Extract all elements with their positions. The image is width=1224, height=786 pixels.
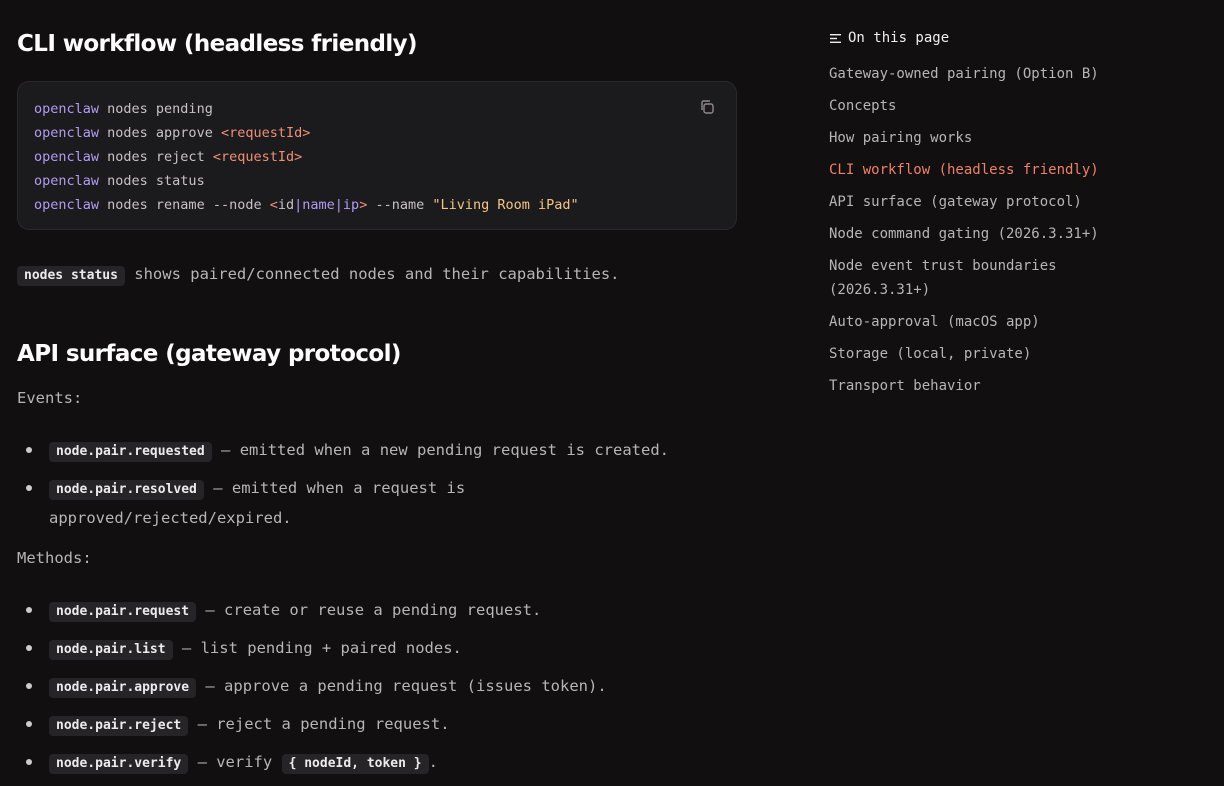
list-item-text: — emitted when a new pending request is … (211, 441, 669, 459)
inline-code-nodes-status: nodes status (17, 266, 125, 286)
list-item: node.pair.verify — verify { nodeId, toke… (17, 748, 737, 778)
paragraph-text: shows paired/connected nodes and their c… (124, 265, 620, 283)
code-args: nodes reject (99, 149, 213, 165)
code-pipe: | (334, 197, 343, 213)
list-item: node.pair.list — list pending + paired n… (17, 634, 737, 664)
list-item: node.pair.request — create or reuse a pe… (17, 596, 737, 626)
toc-item-cli-workflow[interactable]: CLI workflow (headless friendly) (829, 158, 1099, 182)
table-of-contents: On this page Gateway-owned pairing (Opti… (829, 30, 1099, 406)
list-item-text: — verify (188, 753, 282, 771)
code-command: openclaw (34, 197, 100, 213)
list-item-text: . (428, 753, 438, 771)
copy-icon-graphic (701, 100, 714, 114)
inline-code-method: node.pair.list (49, 640, 173, 660)
code-args: nodes status (99, 173, 205, 189)
inline-code-method: node.pair.reject (49, 716, 189, 736)
copy-icon[interactable] (698, 98, 716, 116)
code-placeholder: <requestId> (220, 125, 311, 141)
heading-api-surface: API surface (gateway protocol) (17, 341, 401, 367)
code-line: openclaw nodes pending (34, 97, 579, 121)
inline-code-event: node.pair.resolved (49, 480, 204, 500)
code-line: openclaw nodes status (34, 169, 579, 193)
methods-label: Methods: (17, 549, 92, 567)
code-command: openclaw (34, 173, 100, 189)
list-item: node.pair.reject — reject a pending requ… (17, 710, 737, 740)
methods-list: node.pair.request — create or reuse a pe… (17, 596, 737, 786)
code-placeholder: < (269, 197, 278, 213)
code-lines: openclaw nodes pending openclaw nodes app… (34, 97, 579, 217)
code-args: nodes pending (99, 101, 213, 117)
toc-item-transport-behavior[interactable]: Transport behavior (829, 374, 1099, 398)
toc-item-auto-approval[interactable]: Auto-approval (macOS app) (829, 310, 1099, 334)
code-args: --name (367, 197, 433, 213)
code-line: openclaw nodes rename --node <id|name|ip… (34, 193, 579, 217)
list-item-text: — create or reuse a pending request. (196, 601, 542, 619)
inline-code-verify-params: { nodeId, token } (281, 754, 429, 774)
toc-title: On this page (829, 30, 1099, 46)
events-list: node.pair.requested — emitted when a new… (17, 436, 737, 540)
code-command: openclaw (34, 101, 100, 117)
code-command: openclaw (34, 149, 100, 165)
code-command: openclaw (34, 125, 100, 141)
list-item: node.pair.resolved — emitted when a requ… (17, 474, 737, 532)
toc-title-text: On this page (848, 30, 950, 46)
toc-item-how-pairing-works[interactable]: How pairing works (829, 126, 1099, 150)
code-string: "Living Room iPad" (432, 197, 579, 213)
inline-code-method: node.pair.approve (49, 678, 197, 698)
inline-code-method: node.pair.request (49, 602, 197, 622)
code-placeholder-id: id (277, 197, 295, 213)
code-placeholder-ip: ip (342, 197, 360, 213)
list-item: node.pair.approve — approve a pending re… (17, 672, 737, 702)
code-line: openclaw nodes reject <requestId> (34, 145, 579, 169)
toc-item-gateway-owned-pairing[interactable]: Gateway-owned pairing (Option B) (829, 62, 1099, 86)
events-label: Events: (17, 389, 83, 407)
code-args: nodes rename --node (99, 197, 270, 213)
inline-code-method: node.pair.verify (49, 754, 189, 774)
toc-item-storage[interactable]: Storage (local, private) (829, 342, 1099, 366)
list-item-text: — list pending + paired nodes. (172, 639, 462, 657)
toc-item-api-surface[interactable]: API surface (gateway protocol) (829, 190, 1099, 214)
list-item: node.pair.requested — emitted when a new… (17, 436, 737, 466)
list-icon (830, 33, 841, 43)
code-args: nodes approve (99, 125, 221, 141)
code-placeholder: <requestId> (212, 149, 303, 165)
inline-code-event: node.pair.requested (49, 442, 212, 462)
toc-item-concepts[interactable]: Concepts (829, 94, 1099, 118)
list-item-text: — approve a pending request (issues toke… (196, 677, 607, 695)
heading-cli-workflow: CLI workflow (headless friendly) (17, 31, 418, 57)
toc-item-node-command-gating[interactable]: Node command gating (2026.3.31+) (829, 222, 1099, 246)
list-item-text: — reject a pending request. (188, 715, 450, 733)
code-line: openclaw nodes approve <requestId> (34, 121, 579, 145)
toc-item-node-event-trust[interactable]: Node event trust boundaries (2026.3.31+) (829, 254, 1099, 302)
code-placeholder-name: name (302, 197, 335, 213)
nodes-status-paragraph: nodes status shows paired/connected node… (17, 265, 620, 286)
code-block: openclaw nodes pending openclaw nodes app… (17, 81, 737, 230)
